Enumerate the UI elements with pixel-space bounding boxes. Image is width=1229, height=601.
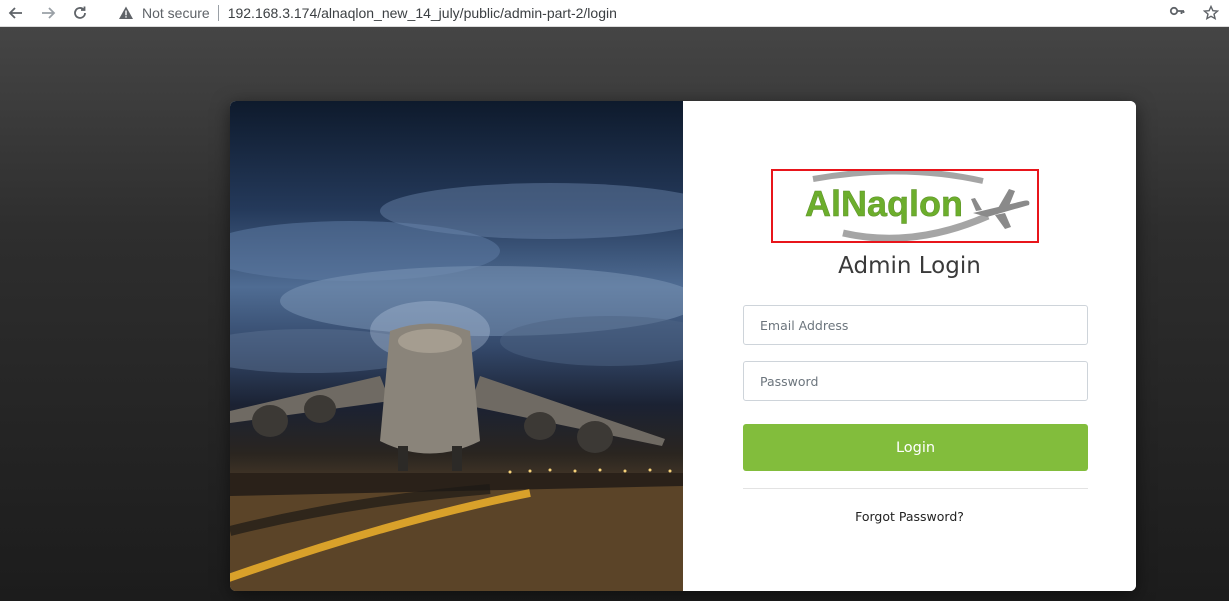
key-icon[interactable] (1169, 5, 1185, 21)
arrow-right-icon (42, 7, 56, 19)
page-title: Admin Login (838, 253, 981, 279)
url-text[interactable]: 192.168.3.174/alnaqlon_new_14_july/publi… (228, 5, 617, 21)
login-button[interactable]: Login (743, 424, 1088, 471)
cargo-plane-photo (230, 101, 683, 591)
logo-text: AlNaqlon (805, 183, 963, 224)
browser-toolbar: Not secure 192.168.3.174/alnaqlon_new_14… (0, 0, 1229, 27)
star-icon[interactable] (1203, 5, 1219, 21)
login-card: AlNaqlon Admin Login Login Forgot Passwo… (230, 101, 1136, 591)
security-status[interactable]: Not secure (142, 5, 210, 21)
form-divider (743, 488, 1088, 489)
reload-icon (74, 6, 86, 19)
email-field[interactable] (743, 305, 1088, 345)
arrow-left-icon (8, 7, 22, 19)
login-form-panel: AlNaqlon Admin Login Login Forgot Passwo… (683, 101, 1136, 591)
warning-icon (119, 6, 133, 19)
alnaqlon-logo: AlNaqlon (805, 171, 1030, 241)
back-button[interactable] (0, 0, 32, 26)
forgot-password-link[interactable]: Forgot Password? (683, 509, 1136, 524)
cargo-plane-illustration (230, 183, 683, 591)
forward-button[interactable] (32, 0, 64, 26)
address-bar[interactable]: Not secure 192.168.3.174/alnaqlon_new_14… (108, 0, 1159, 26)
logo-highlight-box: AlNaqlon (771, 169, 1039, 243)
omnibox-divider (217, 5, 219, 21)
password-field[interactable] (743, 361, 1088, 401)
reload-button[interactable] (64, 0, 96, 26)
